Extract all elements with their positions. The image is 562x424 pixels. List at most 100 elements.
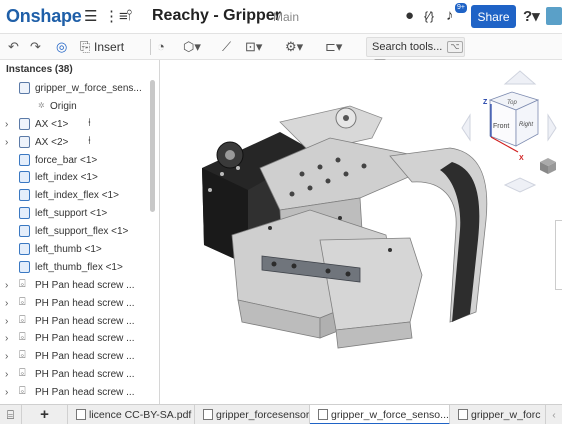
chevron-right-icon[interactable]: › (5, 119, 8, 130)
redo-icon[interactable]: ↷ (30, 38, 41, 56)
standard-content-icon: ⌺ (19, 385, 26, 398)
document-title[interactable]: Reachy - Gripper (152, 7, 281, 25)
instance-label: Origin (50, 100, 77, 112)
instance-item[interactable]: › ⌺ PH Pan head screw ... (0, 295, 152, 313)
tab-list-icon[interactable]: ⌸ (0, 405, 22, 424)
chevron-right-icon[interactable]: › (5, 387, 8, 398)
instance-label: gripper_w_force_sens... (35, 83, 142, 94)
partstudio-icon (203, 409, 213, 420)
instance-item[interactable]: force_bar <1> (0, 152, 152, 170)
chevron-right-icon[interactable]: › (5, 137, 8, 148)
instance-item[interactable]: › AX <1> ⍿ (0, 116, 152, 134)
axis-z-label: Z (483, 99, 488, 106)
chevron-right-icon[interactable]: › (5, 333, 8, 344)
insert-label: Insert (94, 40, 125, 54)
tab-gripper-forcesensor[interactable]: gripper_forcesensor (195, 405, 310, 424)
variables-icon[interactable]: {∕} (424, 9, 434, 23)
instance-label: PH Pan head screw ... (35, 351, 135, 363)
mate-pin-icon: ⍿ (88, 134, 91, 147)
assembly-icon (318, 409, 328, 420)
tab-gripper-w-force-sensor[interactable]: gripper_w_force_senso... (310, 405, 450, 424)
chevron-right-icon[interactable]: › (5, 280, 8, 291)
display-states-icon[interactable]: ◔ (157, 38, 165, 56)
notification-badge: 9+ (455, 3, 467, 13)
part-icon (19, 225, 30, 238)
instance-item[interactable]: › ⌺ PH Pan head screw ... (0, 313, 152, 331)
instances-panel: Instances (38) gripper_w_force_sens... ✲ O… (0, 60, 160, 404)
instance-item[interactable]: › ⌺ PH Pan head screw ... (0, 330, 152, 348)
standard-content-icon: ⌺ (19, 277, 26, 290)
instance-label: PH Pan head screw ... (35, 279, 135, 291)
instance-item[interactable]: › ⌺ PH Pan head screw ... (0, 384, 152, 402)
assembly-model[interactable]: Top Front Right Z X (160, 60, 562, 404)
subassembly-icon (19, 82, 30, 94)
tab-gripper-w-force-2[interactable]: gripper_w_forc (450, 405, 546, 424)
hamburger-menu-icon[interactable]: ☰ (84, 7, 97, 25)
group-icon[interactable]: ⬡▾ (183, 38, 201, 56)
instance-item[interactable]: › ⌺ PH Pan head screw ... (0, 348, 152, 366)
mate-connector-icon[interactable]: ⟋ (222, 38, 231, 56)
instance-item[interactable]: left_support_flex <1> (0, 223, 152, 241)
undo-icon[interactable]: ↶ (8, 38, 19, 56)
shortcut-key: ⌥ (447, 41, 463, 53)
instance-label: PH Pan head screw ... (35, 369, 135, 381)
insert-button[interactable]: ⎘ Insert (80, 38, 124, 56)
chevron-right-icon[interactable]: › (5, 369, 8, 380)
fastened-mate-icon[interactable]: ⊡▾ (245, 38, 262, 56)
help-icon[interactable]: ?▾ (523, 7, 540, 25)
instance-item[interactable]: left_thumb_flex <1> (0, 259, 152, 277)
instance-label: left_support_flex <1> (35, 226, 129, 238)
instance-item[interactable]: left_thumb <1> (0, 241, 152, 259)
instance-item[interactable]: › AX <2> ⍿ (0, 134, 152, 152)
chevron-right-icon[interactable]: › (5, 351, 8, 362)
instance-label: left_thumb_flex <1> (35, 261, 123, 273)
revolute-mate-icon[interactable]: ⚙▾ (285, 38, 303, 56)
instance-label: PH Pan head screw ... (35, 315, 135, 327)
graphics-area[interactable]: Top Front Right Z X (160, 60, 562, 404)
tab-licence-pdf[interactable]: licence CC-BY-SA.pdf (68, 405, 195, 424)
instance-item[interactable]: left_support <1> (0, 205, 152, 223)
share-button[interactable]: Share (471, 5, 516, 28)
chevron-right-icon[interactable]: › (5, 316, 8, 327)
mate-dropdown-icon[interactable]: ⊏▾ (325, 38, 342, 56)
instance-label: PH Pan head screw ... (35, 333, 135, 345)
instance-label: force_bar <1> (35, 154, 98, 166)
tab-label: licence CC-BY-SA.pdf (89, 409, 192, 421)
part-icon (19, 207, 30, 220)
document-tabs-bar: ⌸ + licence CC-BY-SA.pdf gripper_forcese… (0, 404, 562, 424)
instance-item[interactable]: › ⌺ PH Pan head screw ... (0, 277, 152, 295)
toolbar-divider (150, 39, 151, 55)
instance-item[interactable]: › ⌺ PH Pan head screw ... (0, 366, 152, 384)
insert-icon: ⎘ (80, 39, 91, 54)
avatar[interactable] (546, 7, 562, 25)
comments-icon[interactable]: ● (405, 7, 414, 24)
instance-label: PH Pan head screw ... (35, 297, 135, 309)
chevron-right-icon[interactable]: › (5, 298, 8, 309)
instance-label: PH Pan head screw ... (35, 387, 135, 399)
branch-icon[interactable]: ⫯ (126, 7, 133, 24)
part-icon (19, 153, 30, 166)
update-icon[interactable]: ◎ (56, 38, 67, 56)
notifications-icon[interactable]: ♪ (446, 7, 454, 24)
add-tab-icon[interactable]: + (22, 405, 68, 424)
search-tools-input[interactable]: Search tools... ⌥C (366, 37, 465, 71)
view-options-icon[interactable] (540, 158, 556, 174)
instance-label: left_index <1> (35, 172, 98, 184)
onshape-logo[interactable]: Onshape (6, 6, 82, 27)
workspace-label[interactable]: Main (273, 10, 299, 24)
subassembly-icon (19, 135, 30, 148)
part-icon (19, 189, 30, 202)
help-label: ? (523, 8, 533, 25)
version-graph-icon[interactable]: ⋮≡ (104, 7, 128, 25)
instance-item[interactable]: gripper_w_force_sens... (0, 80, 152, 98)
scroll-tabs-left-icon[interactable]: ‹ (546, 405, 562, 424)
tab-label: gripper_forcesensor (216, 409, 310, 421)
front-finger[interactable] (231, 209, 423, 349)
right-panel-tab[interactable] (555, 220, 562, 290)
sidebar-scrollbar[interactable] (150, 80, 155, 212)
instance-item[interactable]: left_index_flex <1> (0, 187, 152, 205)
top-header: Onshape ☰ ⋮≡ ⫯ Reachy - Gripper Main ● {… (0, 0, 562, 34)
instance-item[interactable]: ✲ Origin (0, 98, 152, 116)
instance-label: left_support <1> (35, 208, 108, 220)
instance-item[interactable]: left_index <1> (0, 169, 152, 187)
